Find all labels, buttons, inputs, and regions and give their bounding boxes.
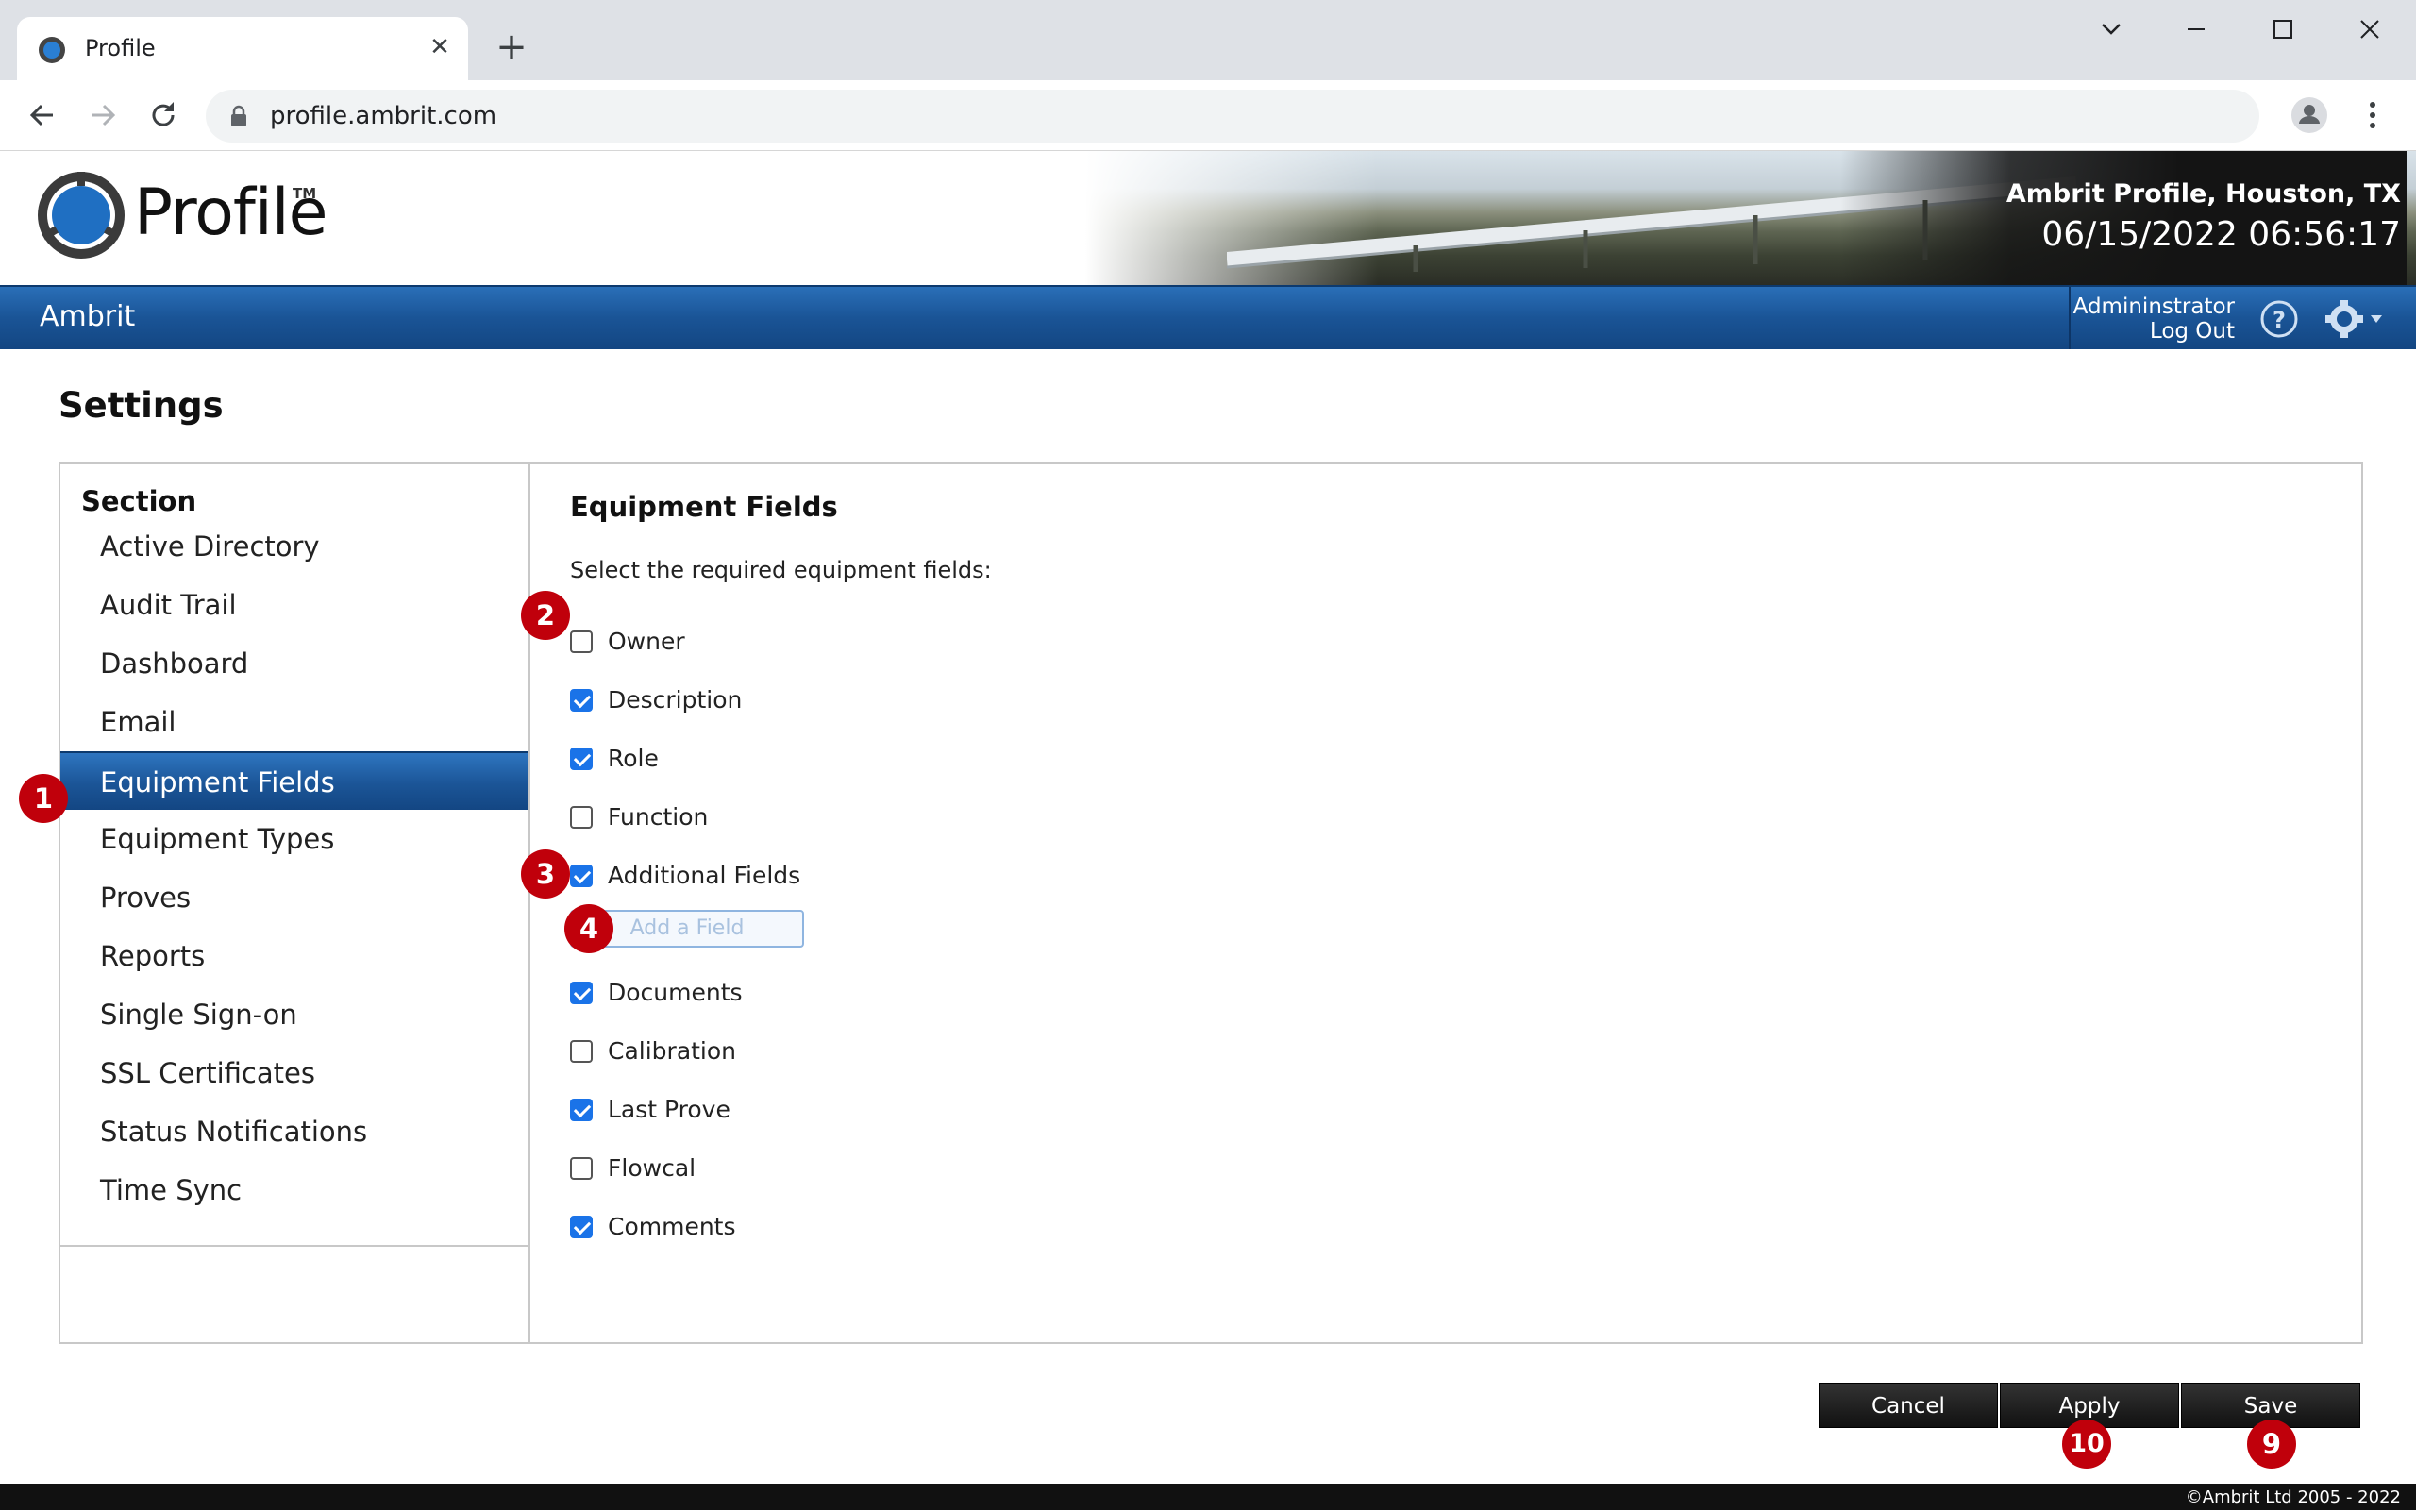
reload-icon[interactable]: [142, 93, 185, 137]
address-bar[interactable]: profile.ambrit.com: [206, 90, 2259, 143]
maximize-icon[interactable]: [2255, 9, 2311, 51]
tab-close-icon[interactable]: ✕: [423, 30, 457, 64]
svg-text:?: ?: [2273, 307, 2286, 333]
copyright-footer: ©Ambrit Ltd 2005 - 2022: [0, 1484, 2416, 1510]
callout-badge-3: 3: [521, 849, 570, 899]
last-prove-checkbox[interactable]: [570, 1099, 593, 1121]
sidebar-item-dashboard[interactable]: Dashboard: [60, 634, 528, 693]
account-avatar-icon[interactable]: [2288, 93, 2331, 137]
description-label: Description: [608, 686, 743, 714]
flowcal-label: Flowcal: [608, 1154, 696, 1182]
sidebar-item-equipment-types[interactable]: Equipment Types: [60, 810, 528, 868]
flowcal-checkbox[interactable]: [570, 1157, 593, 1180]
calibration-label: Calibration: [608, 1037, 737, 1065]
forward-arrow-icon[interactable]: [81, 93, 125, 137]
function-checkbox[interactable]: [570, 806, 593, 829]
tab-search-chevron-icon[interactable]: [2083, 9, 2139, 51]
sidebar-list: Active Directory Audit Trail Dashboard E…: [60, 517, 528, 1219]
role-checkbox[interactable]: [570, 748, 593, 770]
settings-gear-icon[interactable]: [2322, 298, 2388, 340]
close-window-icon[interactable]: [2341, 9, 2398, 51]
calibration-checkbox[interactable]: [570, 1040, 593, 1063]
app-header: Profile TM Ambrit Profile, Houston, TX 0…: [0, 151, 2416, 285]
sidebar-item-time-sync[interactable]: Time Sync: [60, 1161, 528, 1219]
logo-trademark: TM: [293, 185, 317, 202]
sidebar-item-ssl-certificates[interactable]: SSL Certificates: [60, 1044, 528, 1102]
owner-checkbox[interactable]: [570, 630, 593, 653]
sidebar-item-single-sign-on[interactable]: Single Sign-on: [60, 985, 528, 1044]
sidebar-item-audit-trail[interactable]: Audit Trail: [60, 576, 528, 634]
browser-titlebar: Profile ✕ +: [0, 0, 2416, 80]
url-text: profile.ambrit.com: [270, 102, 497, 130]
sidebar-item-status-notifications[interactable]: Status Notifications: [60, 1102, 528, 1161]
browser-toolbar: profile.ambrit.com: [0, 80, 2416, 151]
new-tab-button[interactable]: +: [491, 28, 532, 70]
function-label: Function: [608, 803, 709, 831]
sidebar-item-active-directory[interactable]: Active Directory: [60, 517, 528, 576]
comments-label: Comments: [608, 1213, 736, 1240]
cancel-button[interactable]: Cancel: [1819, 1383, 1998, 1428]
section-sidebar: Section Active Directory Audit Trail Das…: [60, 464, 530, 1342]
lock-icon: [231, 105, 246, 126]
profile-logo-icon[interactable]: [36, 170, 126, 260]
site-name: Ambrit Profile, Houston, TX: [2005, 179, 2401, 209]
help-icon[interactable]: ?: [2259, 299, 2299, 339]
settings-panel: Section Active Directory Audit Trail Das…: [59, 462, 2363, 1344]
navbar-divider: [2069, 287, 2071, 349]
callout-badge-10: 10: [2062, 1420, 2111, 1469]
tab-title: Profile: [85, 35, 156, 61]
documents-label: Documents: [608, 979, 743, 1006]
comments-checkbox[interactable]: [570, 1216, 593, 1238]
logout-link[interactable]: Log Out: [2150, 319, 2235, 344]
additional-fields-label: Additional Fields: [608, 862, 801, 889]
callout-badge-1: 1: [19, 774, 68, 823]
owner-label: Owner: [608, 628, 685, 655]
content-instructions: Select the required equipment fields:: [570, 557, 992, 583]
sidebar-divider: [60, 1245, 528, 1247]
role-label: Role: [608, 745, 659, 772]
sidebar-item-proves[interactable]: Proves: [60, 868, 528, 927]
callout-badge-4: 4: [564, 904, 613, 953]
last-prove-label: Last Prove: [608, 1096, 730, 1123]
browser-menu-icon[interactable]: [2354, 93, 2391, 137]
main-navbar: Ambrit Admininstrator Log Out ?: [0, 285, 2416, 349]
user-name: Admininstrator: [2072, 294, 2235, 319]
callout-badge-2: 2: [521, 591, 570, 640]
back-arrow-icon[interactable]: [21, 93, 64, 137]
minimize-icon[interactable]: [2168, 9, 2224, 51]
page-title: Settings: [59, 385, 224, 426]
sidebar-heading: Section: [81, 485, 197, 517]
sidebar-item-equipment-fields[interactable]: Equipment Fields: [60, 751, 528, 810]
pipeline-banner-image: Ambrit Profile, Houston, TX 06/15/2022 0…: [1085, 151, 2416, 285]
content-title: Equipment Fields: [570, 491, 838, 523]
profile-favicon-icon: [39, 37, 65, 63]
browser-tab[interactable]: Profile ✕: [17, 17, 468, 80]
additional-fields-checkbox[interactable]: [570, 865, 593, 887]
sidebar-item-reports[interactable]: Reports: [60, 927, 528, 985]
documents-checkbox[interactable]: [570, 982, 593, 1004]
description-checkbox[interactable]: [570, 689, 593, 712]
callout-badge-9: 9: [2247, 1420, 2296, 1469]
sidebar-item-email[interactable]: Email: [60, 693, 528, 751]
current-datetime: 06/15/2022 06:56:17: [2041, 215, 2401, 254]
brand-link[interactable]: Ambrit: [40, 300, 135, 333]
